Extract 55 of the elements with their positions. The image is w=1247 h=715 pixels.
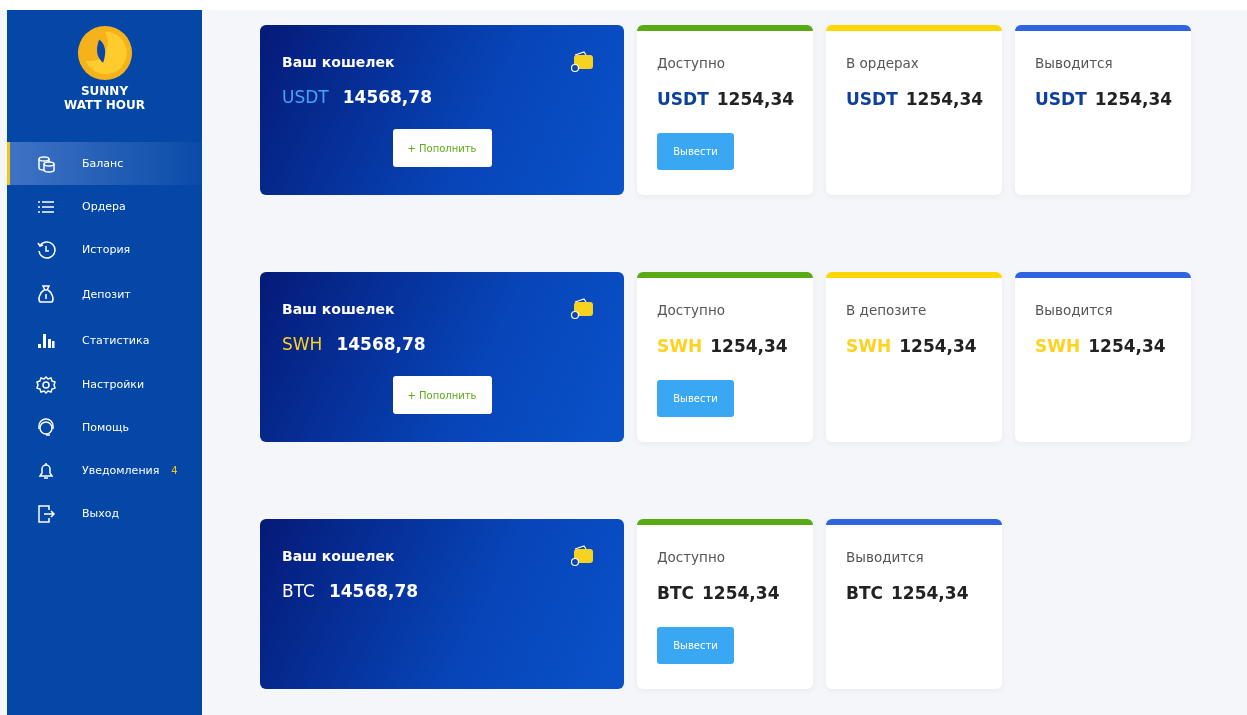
balance-label: В депозите	[846, 302, 928, 318]
currency-code: SWH	[846, 336, 892, 356]
balance-label: Доступно	[657, 302, 726, 318]
nav-item[interactable]: Депозит	[7, 271, 202, 317]
wallet-title: Ваш кошелек	[282, 548, 395, 564]
balance-label: Доступно	[657, 55, 726, 71]
bag-icon	[36, 284, 56, 304]
wallet-amount: 14568,78	[328, 581, 419, 601]
wallet-icon	[570, 298, 594, 320]
logo-icon	[75, 24, 134, 82]
exit-icon	[36, 503, 56, 524]
balance-label: Доступно	[657, 549, 726, 565]
currency-code: SWH	[1035, 336, 1081, 356]
wallet-title: Ваш кошелек	[282, 301, 395, 317]
currency-code: USDT	[282, 87, 329, 107]
currency-code: SWH	[657, 336, 703, 356]
balance-amount: 1254,34	[1094, 89, 1173, 109]
history-icon	[36, 239, 56, 260]
gear-icon	[36, 374, 56, 395]
nav-item[interactable]: История	[7, 228, 202, 271]
nav-item[interactable]: Статистика	[7, 317, 202, 363]
balance-amount: 1254,34	[702, 583, 780, 603]
wallet-amount: 14568,78	[342, 87, 432, 107]
nav-item[interactable]: Ордера	[7, 185, 202, 228]
currency-code: USDT	[657, 89, 709, 109]
balance-amount: 1254,34	[716, 89, 795, 109]
wallet-icon	[570, 545, 594, 567]
nav-item[interactable]: Баланс	[7, 142, 202, 185]
wallet-amount: 14568,78	[336, 334, 426, 354]
currency-code: SWH	[282, 334, 323, 354]
balance-amount: 1254,34	[905, 89, 984, 109]
balance-label: Выводится	[846, 549, 925, 565]
currency-code: USDT	[1035, 89, 1087, 109]
wallet-title: Ваш кошелек	[282, 54, 395, 70]
nav-item[interactable]: Настройки	[7, 363, 202, 406]
currency-code: BTC	[846, 583, 884, 603]
brand-name: SUNNY WATT HOUR	[63, 84, 146, 112]
currency-code: BTC	[657, 583, 695, 603]
bell-icon	[36, 460, 56, 481]
balance-label: Выводится	[1035, 55, 1114, 71]
nav-item[interactable]: Уведомления 4	[7, 449, 202, 492]
nav-item[interactable]: Помощь	[7, 406, 202, 449]
balance-amount: 1254,34	[891, 583, 969, 603]
balance-amount: 1254,34	[899, 336, 977, 356]
currency-code: USDT	[846, 89, 898, 109]
nav-item[interactable]: Выход	[7, 492, 202, 535]
balance-label: В ордерах	[846, 55, 920, 71]
coins-icon	[36, 153, 56, 174]
balance-label: Выводится	[1035, 302, 1114, 318]
help-icon	[36, 417, 56, 438]
wallet-icon	[570, 51, 594, 73]
notification-count: 4	[171, 465, 178, 476]
balance-amount: 1254,34	[710, 336, 788, 356]
currency-code: BTC	[282, 581, 315, 601]
balance-amount: 1254,34	[1088, 336, 1166, 356]
